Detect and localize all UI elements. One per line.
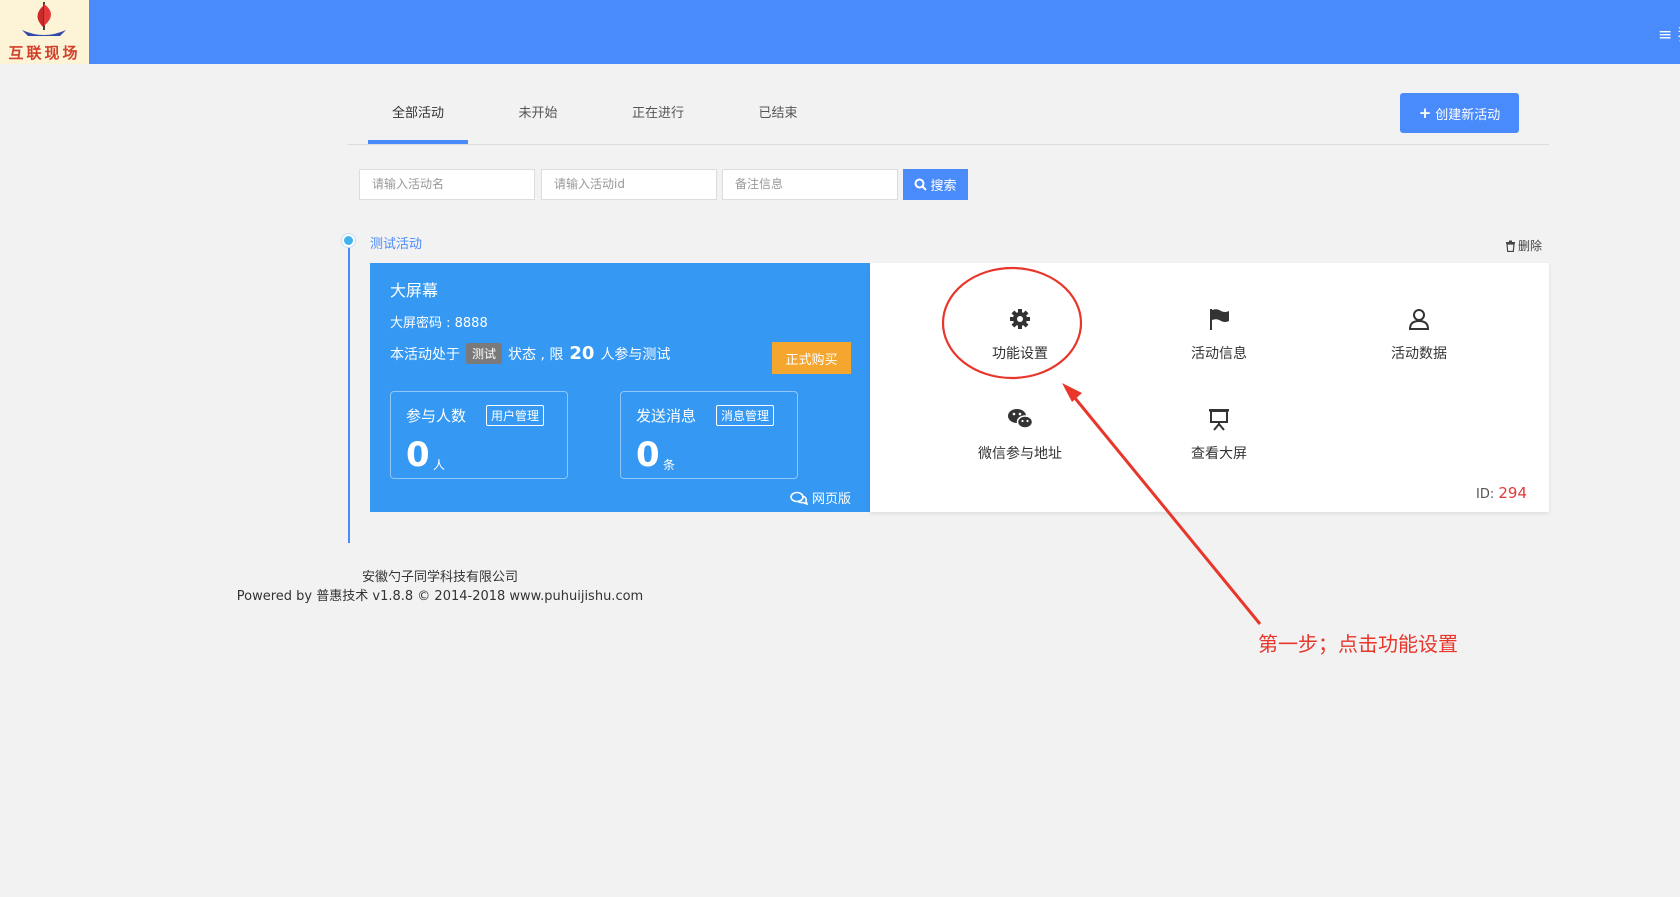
activity-id-label: ID: <box>1475 487 1495 502</box>
activity-data-label: 活动数据 <box>1391 346 1447 362</box>
status-mid: 状态 , 限 <box>508 346 564 363</box>
create-activity-label: 创建新活动 <box>1435 107 1501 123</box>
timeline-line <box>348 240 350 543</box>
flag-icon <box>1210 309 1229 330</box>
participants-unit: 人 <box>433 458 446 472</box>
activity-id-value: 294 <box>1498 484 1527 502</box>
tab-all[interactable]: 全部活动 <box>368 102 468 144</box>
activity-info-button[interactable]: 活动信息 <box>1139 307 1299 363</box>
messages-unit: 条 <box>663 458 676 472</box>
ship-logo-icon <box>22 2 66 36</box>
timeline-dot <box>342 234 355 247</box>
search-button-label: 搜索 <box>930 179 957 194</box>
search-button[interactable]: 搜索 <box>903 169 968 200</box>
wechat-address-label: 微信参与地址 <box>978 446 1062 462</box>
status-suffix: 人参与测试 <box>600 346 671 363</box>
delete-label: 删除 <box>1518 239 1543 253</box>
user-management-button[interactable]: 用户管理 <box>486 405 545 426</box>
create-activity-button[interactable]: + 创建新活动 <box>1400 93 1519 133</box>
wechat-icon <box>1008 409 1033 429</box>
participants-count: 0 <box>406 435 430 475</box>
activity-data-button[interactable]: 活动数据 <box>1339 307 1499 363</box>
function-settings-label: 功能设置 <box>992 346 1048 362</box>
message-management-button[interactable]: 消息管理 <box>716 405 775 426</box>
top-navbar: 互联现场 ≡ 我 <box>0 0 1680 64</box>
tab-not-started[interactable]: 未开始 <box>488 102 588 144</box>
logo-text: 互联现场 <box>8 44 81 62</box>
activity-id: ID: 294 <box>1476 484 1527 502</box>
activity-info-label: 活动信息 <box>1191 346 1247 362</box>
web-version-label: 网页版 <box>812 492 852 507</box>
view-screen-button[interactable]: 查看大屏 <box>1139 407 1299 463</box>
tab-in-progress[interactable]: 正在进行 <box>608 102 708 144</box>
messages-stat: 发送消息 消息管理 0 条 <box>620 391 798 479</box>
gear-icon <box>1010 309 1030 329</box>
status-prefix: 本活动处于 <box>390 346 460 363</box>
view-screen-label: 查看大屏 <box>1191 446 1247 462</box>
search-icon <box>914 178 928 191</box>
status-line: 本活动处于 测试 状态 , 限 20 人参与测试 <box>390 343 670 364</box>
activity-card-functions: 功能设置 活动信息 活动数据 微信参与地址 查看大屏 ID: 294 <box>870 263 1549 512</box>
screen-icon <box>1209 409 1229 431</box>
web-version-link[interactable]: 网页版 <box>790 488 851 507</box>
tab-ended[interactable]: 已结束 <box>728 102 828 144</box>
delete-activity-link[interactable]: 删除 <box>1505 237 1542 254</box>
plus-icon: + <box>1418 104 1432 122</box>
footer-company: 安徽勺子同学科技有限公司 <box>361 570 518 585</box>
screen-password: 大屏密码 : 8888 <box>390 316 488 331</box>
activity-name-input[interactable]: 请输入活动名 <box>359 169 535 200</box>
participant-limit: 20 <box>569 343 595 364</box>
activity-id-input[interactable]: 请输入活动id <box>541 169 717 200</box>
footer: 安徽勺子同学科技有限公司 Powered by 普惠技术 v1.8.8 © 20… <box>0 568 1680 606</box>
messages-label: 发送消息 <box>636 407 697 425</box>
participants-stat: 参与人数 用户管理 0 人 <box>390 391 568 479</box>
footer-powered: Powered by 普惠技术 v1.8.8 © 2014-2018 www.p… <box>236 589 644 604</box>
function-settings-button[interactable]: 功能设置 <box>940 307 1100 363</box>
formal-purchase-button[interactable]: 正式购买 <box>772 342 851 374</box>
trash-icon <box>1506 240 1515 252</box>
annotation-text: 第一步；点击功能设置 <box>1258 632 1458 656</box>
menu-toggle-button[interactable]: ≡ 我 <box>1658 20 1680 45</box>
chat-bubbles-icon <box>790 491 808 505</box>
status-badge: 测试 <box>466 343 503 364</box>
activity-name-link[interactable]: 测试活动 <box>370 233 422 252</box>
wechat-address-button[interactable]: 微信参与地址 <box>940 407 1100 463</box>
messages-count: 0 <box>636 435 660 475</box>
activity-card-summary: 大屏幕 大屏密码 : 8888 本活动处于 测试 状态 , 限 20 人参与测试… <box>370 263 870 512</box>
participants-label: 参与人数 <box>406 407 467 425</box>
card-title: 大屏幕 <box>390 281 439 300</box>
remark-input[interactable]: 备注信息 <box>722 169 898 200</box>
logo[interactable]: 互联现场 <box>0 0 89 64</box>
activity-tabs: 全部活动 未开始 正在进行 已结束 <box>348 86 1549 145</box>
user-icon <box>1408 309 1430 330</box>
